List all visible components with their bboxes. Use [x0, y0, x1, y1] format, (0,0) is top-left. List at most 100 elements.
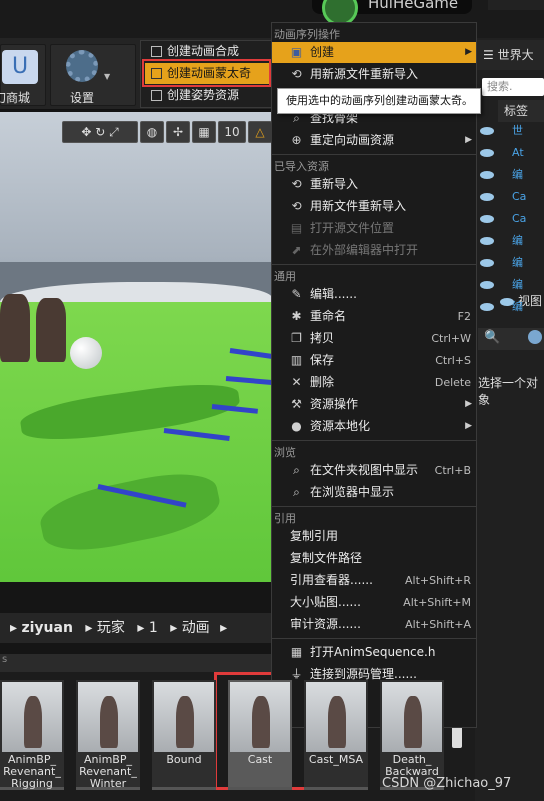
eye-icon[interactable]	[480, 193, 494, 201]
sphere-actor[interactable]	[70, 337, 102, 369]
menu-item[interactable]: 审计资源...... Alt+Shift+A	[272, 614, 476, 635]
menu-item[interactable]: 大小贴图...... Alt+Shift+M	[272, 592, 476, 613]
eye-icon[interactable]	[480, 303, 494, 311]
menu-item-label: 在文件夹视图中显示	[310, 463, 419, 477]
menu-item[interactable]: ▣ 创建 ▶	[272, 42, 476, 63]
outliner-row[interactable]: 编	[480, 296, 544, 318]
label-column-header[interactable]: 标签	[498, 100, 544, 122]
asset-thumbnail	[230, 682, 290, 752]
window-controls[interactable]	[488, 0, 544, 10]
asset-name: Death_ Backward	[385, 753, 439, 778]
world-space-toggle[interactable]: ◍	[140, 121, 164, 143]
asset-name: AnimBP_ Revenant_ Winter	[79, 753, 137, 790]
menu-item: ⬈ 在外部编辑器中打开	[272, 240, 476, 261]
menu-item[interactable]: ⊕ 重定向动画资源 ▶	[272, 130, 476, 151]
menu-item[interactable]: ⚒ 资源操作 ▶	[272, 394, 476, 415]
details-empty-hint: 选择一个对象	[478, 376, 539, 407]
menu-item[interactable]: ▥ 保存 Ctrl+S	[272, 350, 476, 371]
menu-item[interactable]: ⌕ 在文件夹视图中显示 Ctrl+B	[272, 460, 476, 481]
character-thumbnail-icon	[100, 696, 118, 748]
surface-snap-toggle[interactable]: ✢	[166, 121, 190, 143]
eye-icon[interactable]	[480, 215, 494, 223]
asset-name: Cast	[247, 753, 273, 766]
breadcrumb-item[interactable]: 玩家	[97, 620, 125, 636]
menu-item-label: 大小贴图......	[290, 595, 361, 609]
menu-item-label: 用新文件重新导入	[310, 199, 407, 213]
outliner-search-input[interactable]: 搜索.	[482, 78, 544, 96]
menu-item[interactable]: ⟲ 用新源文件重新导入	[272, 64, 476, 85]
outliner-label: Ca	[512, 212, 527, 225]
menu-item-label: 删除	[310, 375, 335, 389]
search-icon[interactable]: 🔍	[484, 330, 500, 345]
create-pose-asset-item[interactable]: 创建姿势资源	[145, 85, 269, 106]
globe-icon[interactable]	[528, 330, 542, 344]
menu-item[interactable]: ▦ 打开AnimSequence.h	[272, 642, 476, 663]
grid-size-value[interactable]: 10	[218, 121, 246, 143]
outliner-label: 编	[512, 168, 523, 181]
project-name: HuiHeGame	[368, 0, 459, 12]
menu-item[interactable]: ⟲ 重新导入	[272, 174, 476, 195]
menu-section-header: 通用	[274, 270, 296, 283]
menu-item[interactable]: 复制文件路径	[272, 548, 476, 569]
menu-item-label: 编辑......	[310, 287, 357, 301]
create-icon: ▣	[290, 45, 303, 59]
eye-icon[interactable]	[480, 149, 494, 157]
menu-item[interactable]: 引用查看器...... Alt+Shift+R	[272, 570, 476, 591]
outliner-row[interactable]: Ca	[480, 186, 544, 208]
outliner-row[interactable]: 编	[480, 252, 544, 274]
eye-icon[interactable]	[480, 171, 494, 179]
breadcrumb-item[interactable]: ziyuan	[21, 620, 72, 636]
menu-item[interactable]: ✱ 重命名 F2	[272, 306, 476, 327]
transform-tools[interactable]: ✥ ↻ ⤢	[62, 121, 138, 143]
menu-item-label: 在外部编辑器中打开	[310, 243, 419, 257]
eye-icon[interactable]	[480, 237, 494, 245]
menu-item[interactable]: ● 资源本地化 ▶	[272, 416, 476, 437]
menu-item[interactable]: ✎ 编辑......	[272, 284, 476, 305]
breadcrumb-separator-icon: ▸	[10, 620, 22, 636]
outliner-row[interactable]: At	[480, 142, 544, 164]
menu-item[interactable]: ✕ 删除 Delete	[272, 372, 476, 393]
menu-item[interactable]: ⌕ 在浏览器中显示	[272, 482, 476, 503]
eye-icon[interactable]	[480, 127, 494, 135]
asset-tile[interactable]: Cast_MSA	[304, 680, 368, 790]
menu-item-label: 打开源文件位置	[310, 221, 395, 235]
eye-icon[interactable]	[480, 259, 494, 267]
grid-snap-toggle[interactable]: ▦	[192, 121, 216, 143]
menu-item[interactable]: ⟲ 用新文件重新导入	[272, 196, 476, 217]
character-model[interactable]	[36, 298, 66, 362]
reimport-icon: ⟲	[291, 177, 302, 191]
menu-item-label: 审计资源......	[290, 617, 361, 631]
outliner-label: Ca	[512, 190, 527, 203]
eye-icon[interactable]	[480, 281, 494, 289]
outliner-row[interactable]: 编	[480, 230, 544, 252]
marketplace-icon: U	[2, 50, 38, 84]
external-icon: ⬈	[291, 243, 302, 257]
asset-tile[interactable]: AnimBP_ Revenant_ Winter	[76, 680, 140, 790]
menu-item[interactable]: ⏚ 连接到源码管理......	[272, 664, 476, 685]
outliner-row[interactable]: 编	[480, 274, 544, 296]
outliner-row[interactable]: 世	[480, 120, 544, 142]
menu-item[interactable]: 复制引用	[272, 526, 476, 547]
menu-item-label: 资源操作	[310, 397, 359, 411]
outliner-row[interactable]: Ca	[480, 208, 544, 230]
asset-thumbnail	[78, 682, 138, 752]
menu-item[interactable]: ❐ 拷贝 Ctrl+W	[272, 328, 476, 349]
menu-item-label: 创建	[310, 45, 335, 59]
outliner-label: 编	[512, 300, 523, 313]
world-outliner-title[interactable]: ☰ 世界大	[475, 40, 544, 70]
asset-tile[interactable]: Cast	[228, 680, 292, 790]
breadcrumb-item[interactable]: 动画	[182, 620, 210, 636]
edit-icon: ✎	[291, 287, 302, 301]
asset-tile[interactable]: Bound	[152, 680, 216, 790]
asset-tile[interactable]: AnimBP_ Revenant_ Rigging	[0, 680, 64, 790]
outliner-row[interactable]: 编	[480, 164, 544, 186]
level-viewport[interactable]	[0, 112, 272, 582]
menu-section-header: 动画序列操作	[274, 28, 340, 41]
marketplace-label: 幻商城	[0, 91, 30, 105]
breadcrumb-item[interactable]: 1	[149, 620, 158, 636]
asset-tile[interactable]: Death_ Backward	[380, 680, 444, 790]
retarget-icon: ⊕	[291, 133, 302, 147]
character-model[interactable]	[0, 294, 30, 362]
rotation-snap-toggle[interactable]: △	[248, 121, 272, 143]
menu-divider	[272, 638, 476, 639]
